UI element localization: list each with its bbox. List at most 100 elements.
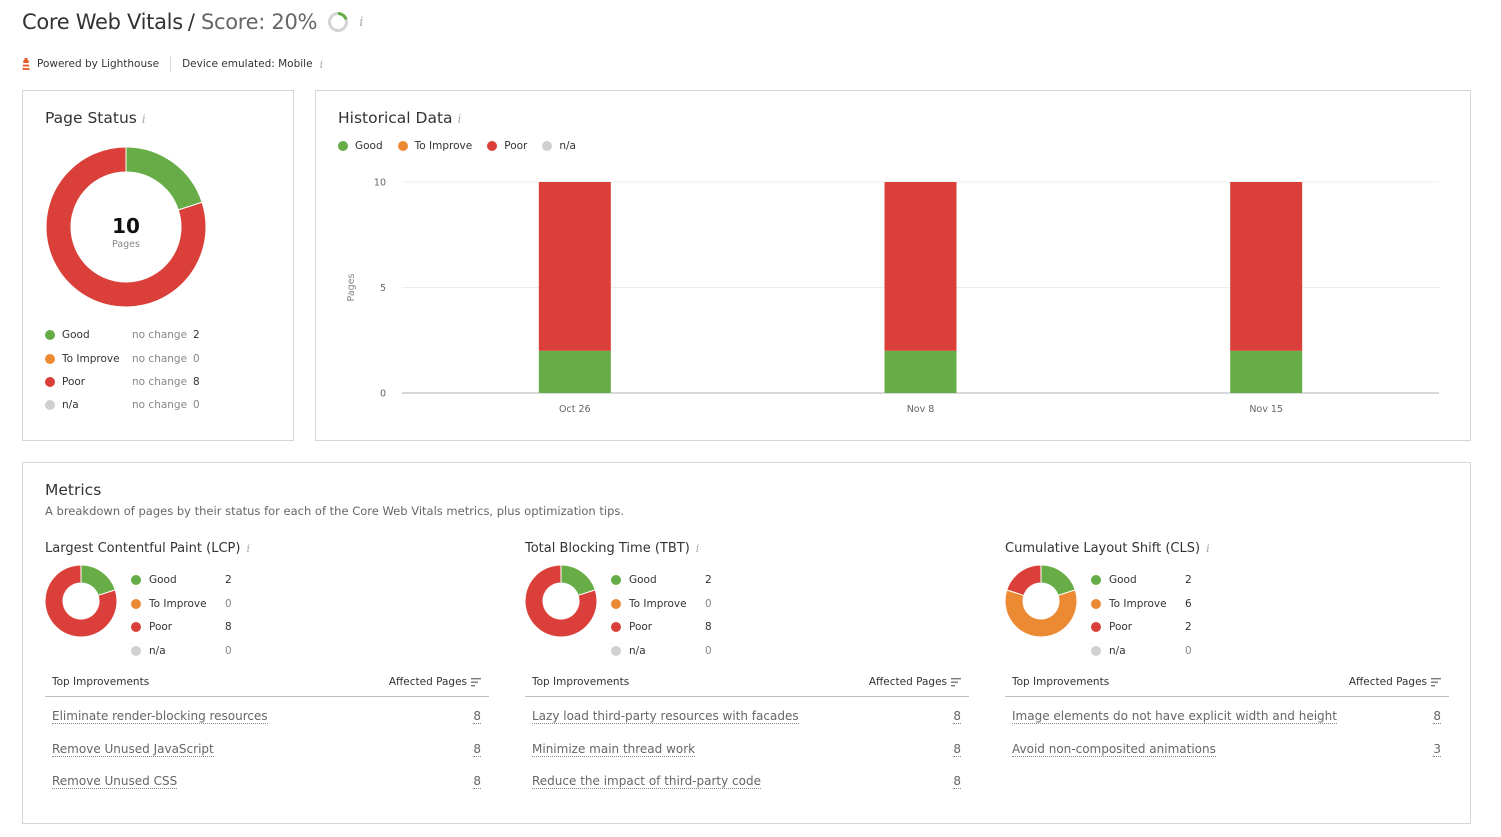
donut-slice-good[interactable] <box>80 565 116 597</box>
info-icon[interactable]: i <box>1206 542 1210 555</box>
x-tick-label: Nov 15 <box>1249 404 1283 415</box>
metric-donut-chart <box>1005 565 1077 637</box>
info-icon[interactable]: i <box>320 58 324 71</box>
donut-slice-good[interactable] <box>125 146 203 211</box>
column-header-affected-pages[interactable]: Affected Pages <box>869 676 961 688</box>
donut-slice-to-improve[interactable] <box>1005 589 1077 637</box>
bar-good-nov-8[interactable] <box>884 350 957 393</box>
good-dot-icon <box>45 330 55 340</box>
legend-label: Poor <box>62 376 86 388</box>
improvement-row: Lazy load third-party resources with fac… <box>525 707 969 727</box>
column-header-improvements: Top Improvements <box>1012 676 1110 688</box>
good-dot-icon <box>611 575 621 585</box>
donut-slice-poor[interactable] <box>1006 565 1042 597</box>
legend-value: 2 <box>1185 574 1192 586</box>
legend-value: 0 <box>705 645 712 657</box>
historical-bar-chart: 0 5 10 Oct 26 Nov 8 Nov 15 Pages <box>346 178 1439 415</box>
legend-row-na: n/a 0 <box>131 644 232 658</box>
donut-slice-good[interactable] <box>1040 565 1076 597</box>
legend-row-poor: Poor 8 <box>131 620 232 634</box>
legend-change: no change <box>132 399 188 411</box>
legend-label: Poor <box>629 621 653 633</box>
affected-pages-link[interactable]: 3 <box>1433 742 1441 757</box>
legend-row-na: n/a 0 <box>611 644 712 658</box>
improvement-link[interactable]: Lazy load third-party resources with fac… <box>532 709 799 724</box>
legend-label: n/a <box>629 645 646 657</box>
info-icon[interactable]: i <box>359 15 363 30</box>
legend-label: Poor <box>149 621 173 633</box>
metric-title: Largest Contentful Paint (LCP) i <box>45 541 250 556</box>
legend-row-good: Good 2 <box>611 573 712 587</box>
column-header-affected-pages[interactable]: Affected Pages <box>389 676 481 688</box>
to-improve-dot-icon <box>611 599 621 609</box>
bar-poor-oct-26[interactable] <box>538 182 611 351</box>
y-tick-label: 0 <box>380 389 386 400</box>
na-dot-icon <box>1091 646 1101 656</box>
bar-good-nov-15[interactable] <box>1230 350 1303 393</box>
legend-row-to-improve: To Improve no change 0 <box>45 352 200 366</box>
improvements-table-header: Top Improvements Affected Pages <box>525 671 969 697</box>
legend-label: Good <box>62 329 90 341</box>
x-tick-label: Nov 8 <box>907 404 935 415</box>
improvement-link[interactable]: Eliminate render-blocking resources <box>52 709 268 724</box>
legend-label: Good <box>1109 574 1137 586</box>
metric-donut-chart <box>525 565 597 637</box>
improvement-row: Minimize main thread work 8 <box>525 740 969 760</box>
poor-dot-icon <box>1091 622 1101 632</box>
legend-label: To Improve <box>62 353 120 365</box>
affected-pages-link[interactable]: 8 <box>473 742 481 757</box>
to-improve-dot-icon <box>45 354 55 364</box>
info-icon[interactable]: i <box>142 112 146 126</box>
legend-value: 8 <box>193 376 200 388</box>
improvement-link[interactable]: Remove Unused JavaScript <box>52 742 214 757</box>
info-icon[interactable]: i <box>696 542 700 555</box>
powered-by-label: Powered by Lighthouse <box>37 58 160 70</box>
bar-poor-nov-8[interactable] <box>884 182 957 351</box>
bar-good-oct-26[interactable] <box>538 350 611 393</box>
metric-title-text: Total Blocking Time (TBT) <box>525 541 690 556</box>
legend-row-good: Good 2 <box>131 573 232 587</box>
sort-icon[interactable] <box>1431 677 1441 687</box>
affected-pages-link[interactable]: 8 <box>473 774 481 789</box>
legend-label: Good <box>149 574 177 586</box>
bar-poor-nov-15[interactable] <box>1230 182 1303 351</box>
column-header-affected-pages[interactable]: Affected Pages <box>1349 676 1441 688</box>
legend-row-good: Good 2 <box>1091 573 1192 587</box>
affected-pages-link[interactable]: 8 <box>953 709 961 724</box>
legend-change: no change <box>132 376 188 388</box>
improvement-link[interactable]: Image elements do not have explicit widt… <box>1012 709 1337 724</box>
affected-pages-link[interactable]: 8 <box>953 742 961 757</box>
score-label: Score: 20% <box>200 10 318 34</box>
legend-value: 0 <box>225 598 232 610</box>
info-icon[interactable]: i <box>246 542 250 555</box>
lighthouse-icon <box>22 58 30 70</box>
improvement-link[interactable]: Reduce the impact of third-party code <box>532 774 761 789</box>
affected-pages-link[interactable]: 8 <box>1433 709 1441 724</box>
legend-value: 2 <box>1185 621 1192 633</box>
score-ring-icon <box>328 12 349 32</box>
column-header-label: Affected Pages <box>1348 676 1427 688</box>
legend-row-good: Good no change 2 <box>45 328 200 342</box>
y-tick-label: 5 <box>380 283 386 294</box>
y-tick-label: 10 <box>374 178 386 189</box>
legend-value: 8 <box>705 621 712 633</box>
improvement-row: Reduce the impact of third-party code 8 <box>525 772 969 792</box>
sort-icon[interactable] <box>471 677 481 687</box>
improvement-link[interactable]: Remove Unused CSS <box>52 774 178 789</box>
legend-value: 8 <box>225 621 232 633</box>
improvement-link[interactable]: Avoid non-composited animations <box>1012 742 1216 757</box>
sort-icon[interactable] <box>951 677 961 687</box>
legend-change: no change <box>132 353 188 365</box>
donut-slice-good[interactable] <box>560 565 596 597</box>
improvement-row: Remove Unused JavaScript 8 <box>45 740 489 760</box>
metric-title-text: Largest Contentful Paint (LCP) <box>45 541 241 556</box>
metric-tbt: Total Blocking Time (TBT) i Good 2 To Improv… <box>525 541 969 821</box>
na-dot-icon <box>131 646 141 656</box>
affected-pages-link[interactable]: 8 <box>953 774 961 789</box>
legend-value: 0 <box>193 353 200 365</box>
legend-value: 2 <box>225 574 232 586</box>
metric-donut-chart <box>45 565 117 637</box>
title-separator: / <box>187 10 195 34</box>
improvement-link[interactable]: Minimize main thread work <box>532 742 696 757</box>
affected-pages-link[interactable]: 8 <box>473 709 481 724</box>
